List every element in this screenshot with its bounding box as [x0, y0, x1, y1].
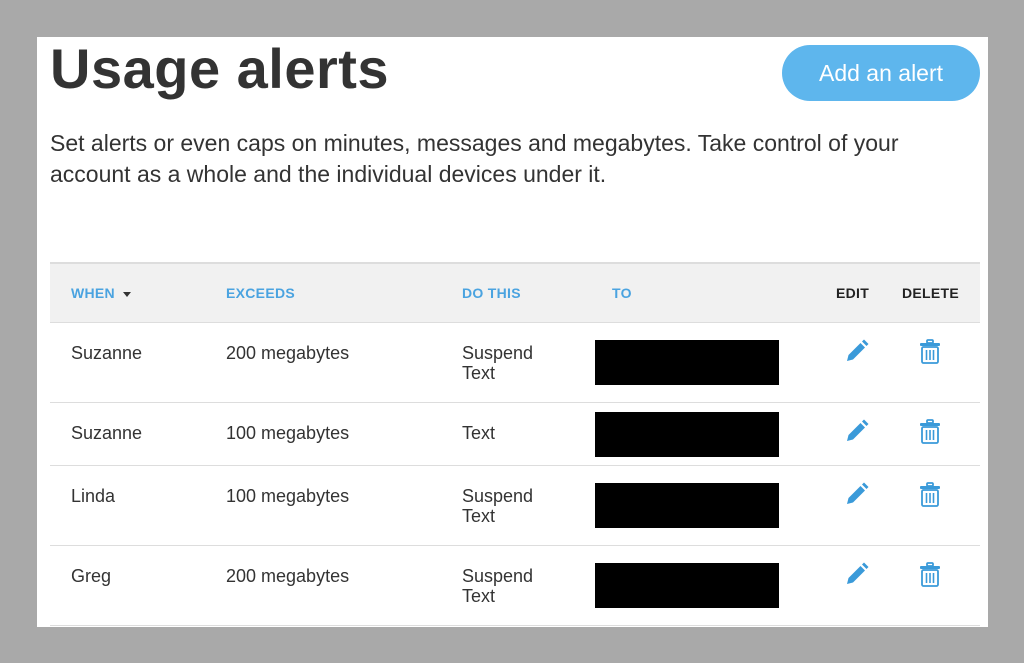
column-header-to[interactable]: TO: [612, 264, 632, 322]
page-title: Usage alerts: [50, 37, 390, 100]
trash-icon[interactable]: [919, 562, 943, 588]
column-header-delete: DELETE: [902, 285, 960, 301]
alerts-table: WHEN EXCEEDS DO THIS TO EDIT DELETE Suza…: [50, 262, 980, 626]
usage-alerts-panel: Usage alerts Add an alert Set alerts or …: [37, 37, 988, 627]
table-header: WHEN EXCEEDS DO THIS TO EDIT DELETE: [50, 262, 980, 323]
cell-when: Suzanne: [71, 423, 143, 443]
cell-when: Greg: [71, 566, 112, 586]
trash-icon[interactable]: [919, 482, 943, 508]
trash-icon[interactable]: [919, 339, 943, 365]
caret-down-icon: [122, 291, 131, 297]
redacted-to-field: [595, 340, 779, 385]
cell-do-this-line-1: Text: [462, 423, 496, 443]
column-header-exceeds[interactable]: EXCEEDS: [226, 264, 295, 322]
cell-exceeds: 100 megabytes: [226, 423, 350, 443]
cell-do-this: Text: [462, 423, 495, 443]
cell-do-this-line-2: Text: [462, 506, 496, 526]
cell-do-this-line-1: Suspend: [462, 486, 534, 506]
cell-do-this: Suspend Text: [462, 486, 533, 526]
cell-do-this-line-1: Suspend: [462, 343, 534, 363]
cell-exceeds: 200 megabytes: [226, 343, 350, 363]
column-header-when[interactable]: WHEN: [71, 264, 131, 322]
table-row: Suzanne 100 megabytes Text: [50, 403, 980, 466]
redacted-to-field: [595, 563, 779, 608]
page-description: Set alerts or even caps on minutes, mess…: [50, 130, 899, 187]
column-header-do-this[interactable]: DO THIS: [462, 264, 521, 322]
pencil-icon[interactable]: [845, 562, 869, 588]
cell-do-this-line-1: Suspend: [462, 566, 534, 586]
table-row: Greg 200 megabytes Suspend Text: [50, 546, 980, 626]
pencil-icon[interactable]: [845, 482, 869, 508]
cell-do-this-line-2: Text: [462, 586, 496, 606]
cell-exceeds: 200 megabytes: [226, 566, 350, 586]
redacted-to-field: [595, 412, 779, 457]
redacted-to-field: [595, 483, 779, 528]
add-alert-button[interactable]: Add an alert: [782, 45, 980, 101]
column-header-edit: EDIT: [836, 285, 870, 301]
pencil-icon[interactable]: [845, 419, 869, 445]
table-row: Linda 100 megabytes Suspend Text: [50, 466, 980, 546]
cell-when: Suzanne: [71, 343, 143, 363]
table-row: Suzanne 200 megabytes Suspend Text: [50, 323, 980, 403]
cell-exceeds: 100 megabytes: [226, 486, 350, 506]
cell-when: Linda: [71, 486, 116, 506]
column-header-when-label: WHEN: [71, 285, 115, 301]
cell-do-this: Suspend Text: [462, 343, 533, 383]
trash-icon[interactable]: [919, 419, 943, 445]
pencil-icon[interactable]: [845, 339, 869, 365]
cell-do-this-line-2: Text: [462, 363, 496, 383]
cell-do-this: Suspend Text: [462, 566, 533, 606]
